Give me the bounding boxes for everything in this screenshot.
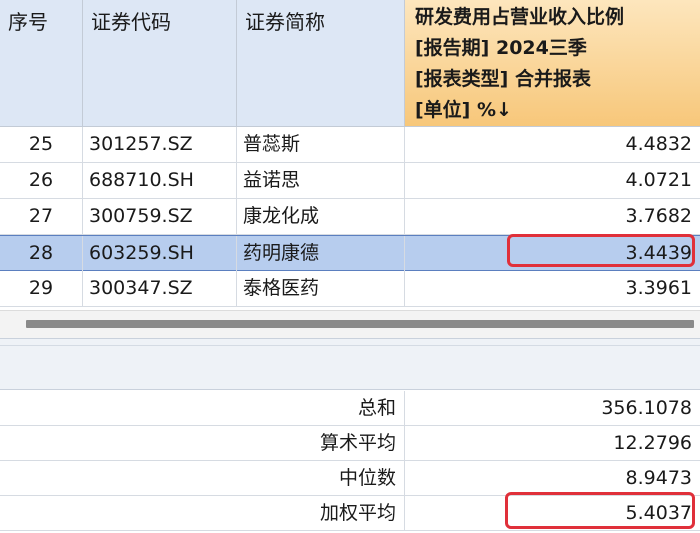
metric-title: 研发费用占营业收入比例 [415,6,625,28]
column-header-code-label: 证券代码 [91,10,171,34]
cell-code: 300759.SZ [83,199,237,235]
summary-value: 356.1078 [601,397,692,419]
cell-name: 泰格医药 [237,271,405,307]
cell-value: 3.4439 [625,242,692,264]
column-header-seq-label: 序号 [8,10,48,34]
cell-value: 3.3961 [625,277,692,299]
cell-name: 益诺思 [237,163,405,199]
horizontal-scrollbar[interactable] [0,310,700,339]
summary-label: 总和 [0,391,405,426]
summary-value: 5.4037 [625,502,692,524]
metric-report-type: [报表类型] 合并报表 [415,68,591,90]
summary-row-weighted-mean: 加权平均 5.4037 [0,496,700,531]
cell-name: 药明康德 [237,236,405,272]
cell-seq: 25 [0,127,83,163]
cell-name: 康龙化成 [237,199,405,235]
table-row[interactable]: 27 300759.SZ 康龙化成 3.7682 [0,199,700,235]
summary-row-median: 中位数 8.9473 [0,461,700,496]
table-row[interactable]: 26 688710.SH 益诺思 4.0721 [0,163,700,199]
cell-seq: 28 [0,236,83,272]
table-row-selected[interactable]: 28 603259.SH 药明康德 3.4439 [0,235,700,272]
empty-panel [0,338,700,390]
summary-label: 加权平均 [0,496,405,531]
column-header-name[interactable]: 证券简称 [237,0,405,127]
cell-seq: 29 [0,271,83,307]
summary-label: 算术平均 [0,426,405,461]
cell-name: 普蕊斯 [237,127,405,163]
metric-report-period: [报告期] 2024三季 [415,37,587,59]
summary-value: 12.2796 [613,432,692,454]
cell-code: 688710.SH [83,163,237,199]
cell-value: 4.4832 [625,133,692,155]
cell-value: 3.7682 [625,205,692,227]
cell-value: 4.0721 [625,169,692,191]
cell-seq: 26 [0,163,83,199]
scrollbar-thumb[interactable] [26,320,694,328]
divider [0,345,700,346]
column-header-code[interactable]: 证券代码 [83,0,237,127]
cell-seq: 27 [0,199,83,235]
table-row[interactable]: 29 300347.SZ 泰格医药 3.3961 [0,271,700,307]
column-header-seq[interactable]: 序号 [0,0,83,127]
summary-label: 中位数 [0,461,405,496]
cell-code: 300347.SZ [83,271,237,307]
summary-row-total: 总和 356.1078 [0,391,700,426]
table-row[interactable]: 25 301257.SZ 普蕊斯 4.4832 [0,127,700,163]
cell-code: 603259.SH [83,236,237,272]
cell-code: 301257.SZ [83,127,237,163]
summary-value: 8.9473 [625,467,692,489]
summary-row-mean: 算术平均 12.2796 [0,426,700,461]
column-header-name-label: 证券简称 [245,10,325,34]
column-header-rd-ratio[interactable]: 研发费用占营业收入比例 [报告期] 2024三季 [报表类型] 合并报表 [单位… [405,0,700,127]
metric-unit-sort: [单位] %↓ [415,99,512,121]
